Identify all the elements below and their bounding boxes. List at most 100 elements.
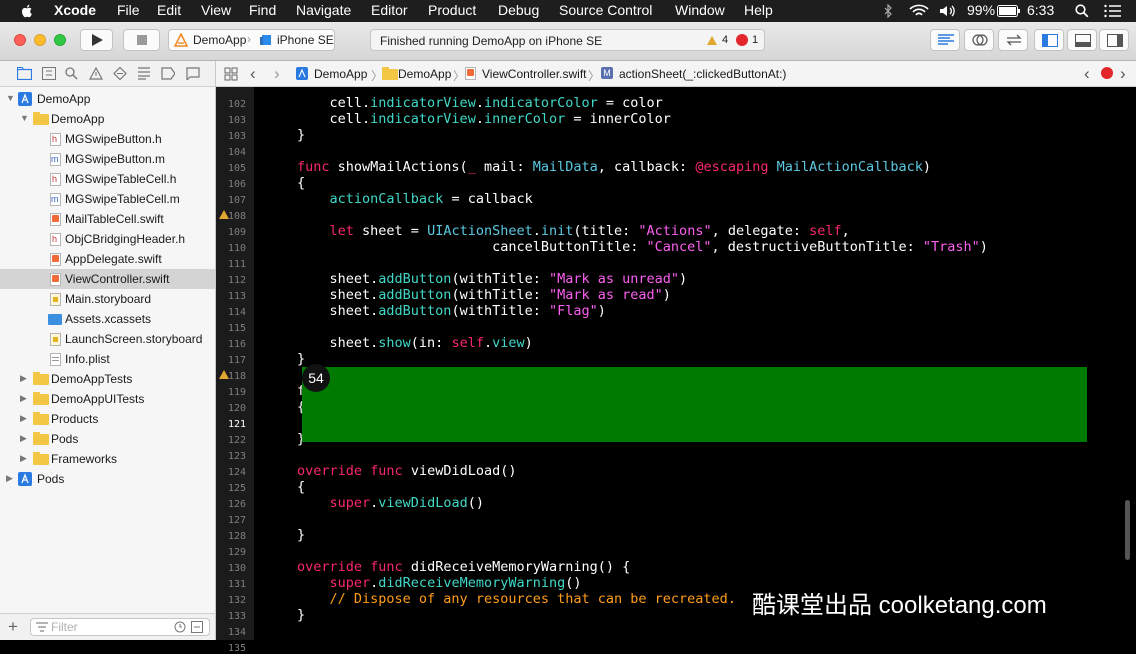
code-line[interactable]: } — [297, 127, 305, 143]
tree-item-file[interactable]: m MGSwipeButton.m — [0, 149, 215, 169]
line-number[interactable]: 128 — [216, 531, 246, 542]
menu-product[interactable]: Product — [428, 2, 476, 18]
tree-item-file[interactable]: Info.plist — [0, 349, 215, 369]
line-number[interactable]: 110 — [216, 243, 246, 254]
minimize-window-button[interactable] — [34, 34, 46, 46]
toggle-navigator-button[interactable] — [1034, 29, 1064, 51]
test-navigator-icon[interactable] — [113, 67, 127, 80]
code-line[interactable]: } — [297, 527, 305, 543]
zoom-window-button[interactable] — [54, 34, 66, 46]
bluetooth-icon[interactable] — [883, 4, 893, 18]
battery-icon[interactable] — [997, 5, 1021, 17]
disclosure-closed-icon[interactable]: ▶ — [20, 433, 27, 444]
line-number[interactable]: 117 — [216, 355, 246, 366]
issue-navigator-icon[interactable] — [89, 67, 103, 80]
related-items-grid-icon[interactable] — [224, 67, 238, 81]
filter-field[interactable]: Filter — [30, 618, 210, 636]
tree-item-file[interactable]: AppDelegate.swift — [0, 249, 215, 269]
line-number[interactable]: 119 — [216, 387, 246, 398]
standard-editor-button[interactable] — [930, 29, 960, 51]
clock[interactable]: 6:33 — [1027, 2, 1054, 18]
line-number[interactable]: 102 — [216, 99, 246, 110]
tree-item-file[interactable]: MailTableCell.swift — [0, 209, 215, 229]
report-navigator-icon[interactable] — [186, 66, 200, 80]
disclosure-closed-icon[interactable]: ▶ — [20, 413, 27, 424]
disclosure-open-icon[interactable]: ▼ — [6, 93, 15, 103]
toggle-debug-area-button[interactable] — [1067, 29, 1097, 51]
breadcrumb-group[interactable]: DemoApp — [398, 67, 451, 81]
tree-item-group-demoapp[interactable]: ▼ DemoApp — [0, 109, 215, 129]
code-line[interactable]: // Dispose of any resources that can be … — [297, 591, 736, 607]
line-number[interactable]: 124 — [216, 467, 246, 478]
project-navigator-icon[interactable] — [17, 67, 32, 80]
code-line[interactable]: cell.indicatorView.indicatorColor = colo… — [297, 95, 663, 111]
menu-source-control[interactable]: Source Control — [559, 2, 652, 18]
source-control-navigator-icon[interactable] — [42, 67, 56, 80]
line-number[interactable]: 126 — [216, 499, 246, 510]
line-number[interactable]: 103 — [216, 115, 246, 126]
code-line[interactable]: super.viewDidLoad() — [297, 495, 484, 511]
back-arrow-icon[interactable]: ‹ — [250, 64, 256, 84]
spotlight-search-icon[interactable] — [1075, 4, 1089, 18]
line-number[interactable]: 131 — [216, 579, 246, 590]
tree-item-file[interactable]: LaunchScreen.storyboard — [0, 329, 215, 349]
breadcrumb-symbol[interactable]: actionSheet(_:clickedButtonAt:) — [619, 67, 786, 81]
line-number[interactable]: 123 — [216, 451, 246, 462]
tree-item-file-selected[interactable]: ViewController.swift — [0, 269, 215, 289]
toggle-utilities-button[interactable] — [1099, 29, 1129, 51]
source-editor[interactable]: cell.indicatorView.indicatorColor = colo… — [254, 87, 1136, 640]
warning-icon[interactable] — [219, 210, 229, 219]
code-line[interactable]: super.didReceiveMemoryWarning() — [297, 575, 582, 591]
breakpoint-navigator-icon[interactable] — [161, 67, 175, 80]
code-line[interactable]: cancelButtonTitle: "Cancel", destructive… — [297, 239, 988, 255]
add-icon[interactable]: + — [8, 617, 18, 637]
find-navigator-icon[interactable] — [65, 67, 78, 80]
code-line[interactable]: func showMailActions(_ mail: MailData, c… — [297, 159, 931, 175]
code-line[interactable]: sheet.addButton(withTitle: "Mark as read… — [297, 287, 671, 303]
menu-editor[interactable]: Editor — [371, 2, 408, 18]
tree-item-file[interactable]: m MGSwipeTableCell.m — [0, 189, 215, 209]
warning-count[interactable]: 4 — [722, 34, 728, 46]
line-number[interactable]: 134 — [216, 627, 246, 638]
line-number[interactable]: 106 — [216, 179, 246, 190]
line-number[interactable]: 115 — [216, 323, 246, 334]
tree-item-group[interactable]: ▶ DemoAppUITests — [0, 389, 215, 409]
menu-app-name[interactable]: Xcode — [54, 2, 96, 18]
tree-item-file[interactable]: h MGSwipeTableCell.h — [0, 169, 215, 189]
line-number[interactable]: 130 — [216, 563, 246, 574]
tree-item-project-pods[interactable]: ▶ Pods — [0, 469, 215, 489]
recent-files-icon[interactable] — [174, 621, 186, 633]
menu-window[interactable]: Window — [675, 2, 725, 18]
assistant-editor-button[interactable] — [964, 29, 994, 51]
menu-help[interactable]: Help — [744, 2, 773, 18]
line-number[interactable]: 114 — [216, 307, 246, 318]
disclosure-closed-icon[interactable]: ▶ — [20, 373, 27, 384]
line-number[interactable]: 113 — [216, 291, 246, 302]
line-number[interactable]: 104 — [216, 147, 246, 158]
code-line[interactable]: override func didReceiveMemoryWarning() … — [297, 559, 630, 575]
tree-item-file[interactable]: Assets.xcassets — [0, 309, 215, 329]
volume-icon[interactable] — [939, 4, 957, 18]
line-number[interactable]: 135 — [216, 643, 246, 654]
tree-item-project-demoapp[interactable]: ▼ DemoApp — [0, 89, 215, 109]
notification-center-icon[interactable] — [1104, 4, 1122, 18]
disclosure-closed-icon[interactable]: ▶ — [20, 393, 27, 404]
forward-arrow-icon[interactable]: › — [274, 64, 280, 84]
tree-item-group[interactable]: ▶ Pods — [0, 429, 215, 449]
warning-icon[interactable] — [707, 36, 717, 45]
menu-view[interactable]: View — [201, 2, 231, 18]
breadcrumb-project[interactable]: DemoApp — [314, 67, 367, 81]
disclosure-closed-icon[interactable]: ▶ — [6, 473, 13, 484]
version-editor-button[interactable] — [998, 29, 1028, 51]
line-number[interactable]: 127 — [216, 515, 246, 526]
wifi-icon[interactable] — [909, 4, 929, 18]
error-icon[interactable] — [736, 34, 748, 46]
menu-navigate[interactable]: Navigate — [296, 2, 351, 18]
tree-item-group[interactable]: ▶ Products — [0, 409, 215, 429]
line-number[interactable]: 111 — [216, 259, 246, 270]
code-line[interactable]: { — [297, 175, 305, 191]
code-line[interactable]: cell.indicatorView.innerColor = innerCol… — [297, 111, 671, 127]
next-issue-icon[interactable]: › — [1120, 64, 1126, 84]
line-number[interactable]: 120 — [216, 403, 246, 414]
line-number[interactable]: 116 — [216, 339, 246, 350]
